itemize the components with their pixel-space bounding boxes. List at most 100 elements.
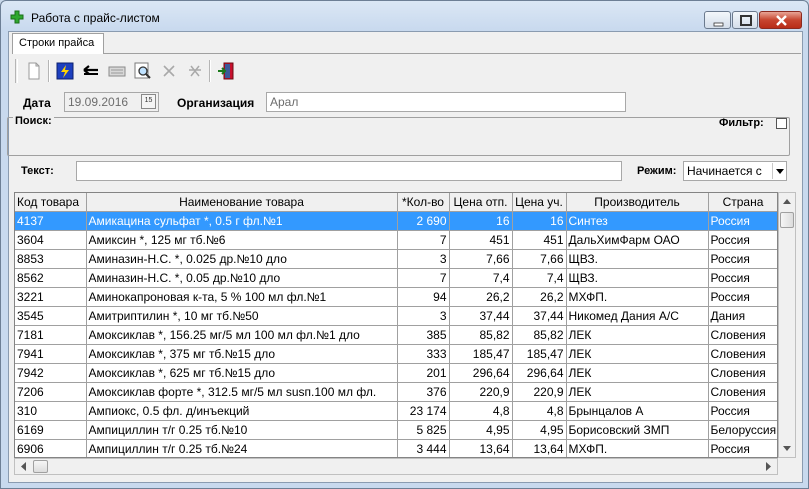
cell-name[interactable]: Ампициллин т/г 0.25 тб.№10	[86, 420, 398, 440]
delete-button[interactable]	[157, 59, 181, 83]
table-row[interactable]: 6906 Ампициллин т/г 0.25 тб.№24 3 444 13,64…	[15, 439, 777, 457]
cell-name[interactable]: Аминазин-Н.С. *, 0.05 др.№10 дло	[86, 268, 398, 288]
cell-name[interactable]: Амоксиклав *, 625 мг тб.№15 дло	[86, 363, 398, 383]
cell-qty[interactable]: 3	[397, 249, 450, 269]
cell-price-acc[interactable]: 16	[512, 211, 567, 231]
scroll-down-button[interactable]	[779, 440, 795, 457]
cell-price-acc[interactable]: 4,8	[512, 401, 567, 421]
cell-manufacturer[interactable]: МХФП.	[566, 287, 709, 307]
cell-manufacturer[interactable]: ЩВЗ.	[566, 268, 709, 288]
cell-name[interactable]: Аминазин-Н.С. *, 0.025 др.№10 дло	[86, 249, 398, 269]
horizontal-scrollbar[interactable]	[14, 458, 778, 475]
cell-country[interactable]: Словения	[708, 382, 777, 402]
cell-manufacturer[interactable]: Брынцалов А	[566, 401, 709, 421]
cell-price-acc[interactable]: 7,4	[512, 268, 567, 288]
cell-price-acc[interactable]: 26,2	[512, 287, 567, 307]
cell-country[interactable]: Словения	[708, 363, 777, 383]
cell-qty[interactable]: 7	[397, 230, 450, 250]
cell-manufacturer[interactable]: ЛЕК	[566, 382, 709, 402]
col-header-price-out[interactable]: Цена отп.	[449, 193, 513, 212]
cell-code[interactable]: 6169	[15, 420, 87, 440]
horizontal-scroll-thumb[interactable]	[33, 460, 48, 473]
table-row[interactable]: 8853 Аминазин-Н.С. *, 0.025 др.№10 дло 3 7,…	[15, 249, 777, 269]
cell-code[interactable]: 8853	[15, 249, 87, 269]
cell-qty[interactable]: 94	[397, 287, 450, 307]
cancel-button[interactable]	[183, 59, 207, 83]
vertical-scrollbar[interactable]	[778, 192, 796, 458]
cell-price-acc[interactable]: 296,64	[512, 363, 567, 383]
cell-name[interactable]: Амоксиклав *, 375 мг тб.№15 дло	[86, 344, 398, 364]
cell-code[interactable]: 3545	[15, 306, 87, 326]
cell-price-out[interactable]: 26,2	[449, 287, 513, 307]
table-row[interactable]: 7181 Амоксиклав *, 156.25 мг/5 мл 100 мл …	[15, 325, 777, 345]
cell-country[interactable]: Россия	[708, 211, 777, 231]
calendar-button[interactable]: 15	[141, 94, 156, 109]
cell-code[interactable]: 6906	[15, 439, 87, 457]
cell-country[interactable]: Россия	[708, 230, 777, 250]
cell-name[interactable]: Аминокапроновая к-та, 5 % 100 мл фл.№1	[86, 287, 398, 307]
scroll-up-button[interactable]	[779, 193, 795, 210]
cell-qty[interactable]: 385	[397, 325, 450, 345]
keyboard-button[interactable]	[105, 59, 129, 83]
cell-price-acc[interactable]: 13,64	[512, 439, 567, 457]
cell-price-out[interactable]: 220,9	[449, 382, 513, 402]
col-header-country[interactable]: Страна	[708, 193, 777, 212]
exit-button[interactable]	[214, 59, 238, 83]
organization-field[interactable]: Арал	[266, 92, 626, 112]
cell-code[interactable]: 7941	[15, 344, 87, 364]
cell-code[interactable]: 8562	[15, 268, 87, 288]
table-row[interactable]: 310 Ампиокс, 0.5 фл. д/инъекций 23 174 4,8 4…	[15, 401, 777, 421]
cell-code[interactable]: 3221	[15, 287, 87, 307]
cell-code[interactable]: 3604	[15, 230, 87, 250]
cell-price-out[interactable]: 37,44	[449, 306, 513, 326]
cell-price-out[interactable]: 185,47	[449, 344, 513, 364]
scroll-right-button[interactable]	[760, 459, 777, 474]
table-row[interactable]: 6169 Ампициллин т/г 0.25 тб.№10 5 825 4,95 4…	[15, 420, 777, 440]
cell-name[interactable]: Амоксиклав *, 156.25 мг/5 мл 100 мл фл.№…	[86, 325, 398, 345]
title-bar[interactable]: Работа с прайс-листом	[1, 1, 808, 31]
cell-qty[interactable]: 7	[397, 268, 450, 288]
cell-code[interactable]: 310	[15, 401, 87, 421]
minimize-button[interactable]	[704, 11, 731, 29]
cell-country[interactable]: Белоруссия	[708, 420, 777, 440]
col-header-manufacturer[interactable]: Производитель	[566, 193, 709, 212]
col-header-code[interactable]: Код товара	[15, 193, 87, 212]
cell-name[interactable]: Амоксиклав форте *, 312.5 мг/5 мл susп.1…	[86, 382, 398, 402]
col-header-price-acc[interactable]: Цена уч.	[512, 193, 567, 212]
cell-qty[interactable]: 201	[397, 363, 450, 383]
cell-manufacturer[interactable]: МХФП.	[566, 439, 709, 457]
table-row[interactable]: 7942 Амоксиклав *, 625 мг тб.№15 дло 201 29…	[15, 363, 777, 383]
cell-name[interactable]: Ампиокс, 0.5 фл. д/инъекций	[86, 401, 398, 421]
filter-checkbox[interactable]	[776, 118, 787, 129]
cell-manufacturer[interactable]: Синтез	[566, 211, 709, 231]
cell-price-acc[interactable]: 85,82	[512, 325, 567, 345]
cell-name[interactable]: Амикацина сульфат *, 0.5 г фл.№1	[86, 211, 398, 231]
execute-button[interactable]	[53, 59, 77, 83]
table-row[interactable]: 7941 Амоксиклав *, 375 мг тб.№15 дло 333 18…	[15, 344, 777, 364]
tab-price-rows[interactable]: Строки прайса	[12, 33, 104, 54]
cell-qty[interactable]: 333	[397, 344, 450, 364]
cell-manufacturer[interactable]: ЛЕК	[566, 344, 709, 364]
table-row[interactable]: 3545 Амитриптилин *, 10 мг тб.№50 3 37,44 37…	[15, 306, 777, 326]
cell-country[interactable]: Словения	[708, 325, 777, 345]
cell-manufacturer[interactable]: Никомед Дания А/С	[566, 306, 709, 326]
cell-price-out[interactable]: 4,8	[449, 401, 513, 421]
cell-price-acc[interactable]: 451	[512, 230, 567, 250]
cell-price-out[interactable]: 7,4	[449, 268, 513, 288]
cell-country[interactable]: Дания	[708, 306, 777, 326]
cell-qty[interactable]: 3 444	[397, 439, 450, 457]
toolbar-grip[interactable]	[15, 59, 18, 83]
cell-price-acc[interactable]: 185,47	[512, 344, 567, 364]
cell-name[interactable]: Амиксин *, 125 мг тб.№6	[86, 230, 398, 250]
cell-qty[interactable]: 376	[397, 382, 450, 402]
cell-price-out[interactable]: 7,66	[449, 249, 513, 269]
close-button[interactable]	[759, 11, 802, 29]
cell-manufacturer[interactable]: ЩВЗ.	[566, 249, 709, 269]
price-grid[interactable]: Код товара Наименование товара *Кол-во Ц…	[14, 192, 778, 458]
cell-country[interactable]: Россия	[708, 401, 777, 421]
cell-price-out[interactable]: 4,95	[449, 420, 513, 440]
table-row[interactable]: 3221 Аминокапроновая к-та, 5 % 100 мл фл.…	[15, 287, 777, 307]
find-button[interactable]	[131, 59, 155, 83]
cell-code[interactable]: 4137	[15, 211, 87, 231]
cell-name[interactable]: Ампициллин т/г 0.25 тб.№24	[86, 439, 398, 457]
